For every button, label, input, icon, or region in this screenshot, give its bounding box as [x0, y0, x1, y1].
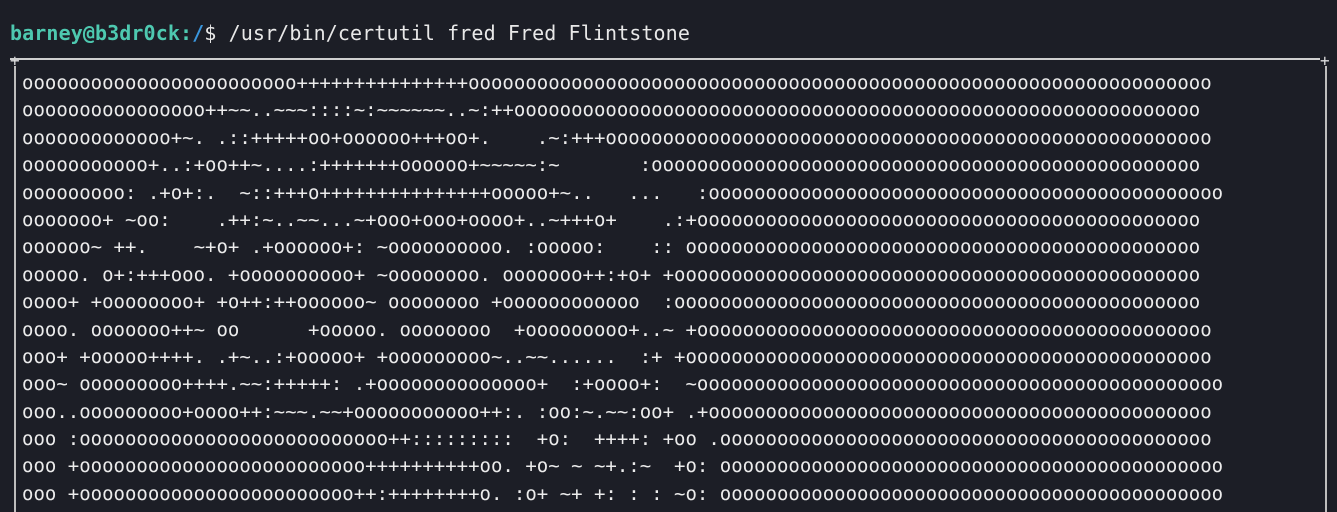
randomart-row: ooo~ ooooooooo++++.~~:+++++: .+ooooooooo… — [22, 373, 1224, 396]
randomart-row: oooooooooooooooo++~~..~~~::::~:~~~~~~..~… — [22, 99, 1201, 122]
randomart-row: ooo+ +ooooo++++. .+~..:+ooooo+ +oooooooo… — [22, 345, 1212, 368]
art-border-left — [14, 66, 16, 512]
randomart-row: ooooooooooo+..:+oo++~....:+++++++oooooo+… — [22, 154, 1201, 177]
randomart-row: ooooooooo: .+o+:. ~::+++o+++++++++++++++… — [22, 181, 1224, 204]
randomart-row: ooooooooooooo+~. .::+++++oo+oooooo+++oo+… — [22, 126, 1212, 149]
randomart-row: ooo +ooooooooooooooooooooooooo++++++++++… — [22, 455, 1224, 478]
randomart-row: ooo +oooooooooooooooooooooooo++:++++++++… — [22, 482, 1224, 505]
art-border-right — [1325, 66, 1327, 512]
randomart-row: ooooooo+ ~oo: .++:~..~~...~+ooo+ooo+oooo… — [22, 208, 1201, 231]
prompt-path: / — [192, 21, 205, 45]
randomart-row: oooo. ooooooo++~ oo +ooooo. oooooooo +oo… — [22, 318, 1212, 341]
prompt-user-host: barney@b3dr0ck — [10, 21, 180, 45]
prompt-symbol: $ — [204, 21, 217, 45]
randomart-row: oooooooooooooooooooooooo+++++++++++++++o… — [22, 72, 1212, 94]
randomart-row: ooooo. o+:+++ooo. +oooooooooo+ ~oooooooo… — [22, 263, 1201, 286]
randomart-row: oooooo~ ++. ~+o+ .+oooooo+: ~oooooooooo.… — [22, 236, 1201, 259]
randomart-row: ooo..ooooooooo+oooo++:~~~.~~+ooooooooooo… — [22, 400, 1212, 423]
command-text: /usr/bin/certutil fred Fred Flintstone — [228, 21, 690, 45]
randomart-block: oooooooooooooooooooooooo+++++++++++++++o… — [22, 70, 1322, 508]
prompt-separator: : — [179, 21, 193, 45]
randomart-row: ooo :ooooooooooooooooooooooooooo++::::::… — [22, 428, 1212, 451]
art-border-top — [10, 58, 1320, 60]
terminal-window[interactable]: barney@b3dr0ck:/$ /usr/bin/certutil fred… — [0, 0, 1337, 512]
shell-prompt: barney@b3dr0ck:/$ /usr/bin/certutil fred… — [10, 20, 690, 46]
randomart-row: oooo+ +oooooooo+ +o++:++oooooo~ oooooooo… — [22, 291, 1201, 314]
